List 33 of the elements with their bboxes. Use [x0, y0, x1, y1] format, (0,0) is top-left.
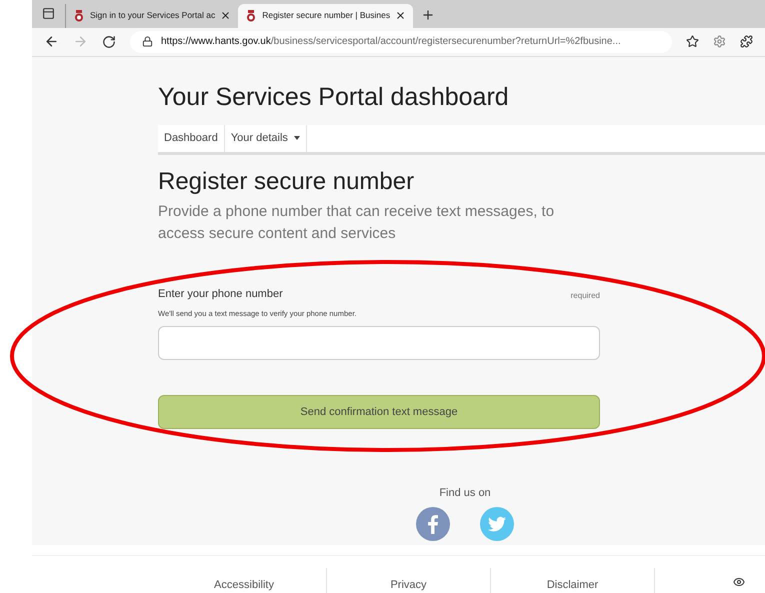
address-bar[interactable]: https://www.hants.gov.uk/business/servicesportal/account/registersecurenumber?returnUrl=%2fbusine... [130, 30, 672, 53]
reload-icon[interactable] [102, 34, 116, 49]
lock-icon [142, 36, 153, 48]
social-heading: Find us on [439, 486, 491, 502]
back-icon[interactable] [44, 34, 59, 50]
nav-link[interactable]: Dashboard [158, 124, 225, 152]
close-icon[interactable] [395, 10, 406, 22]
dashboard-heading: Your Services Portal dashboard [158, 82, 510, 112]
tab-actions-icon[interactable] [42, 6, 55, 20]
footer-link[interactable]: Disclaimer [490, 568, 654, 593]
footer-link[interactable]: Privacy [326, 568, 490, 593]
page-title: Register secure number [158, 166, 416, 197]
extensions-icon[interactable] [740, 35, 753, 48]
footer-link[interactable]: Accessibility [162, 568, 326, 593]
browser-tab[interactable]: Register secure number | Busines [238, 4, 414, 28]
new-tab-icon[interactable] [421, 8, 436, 22]
tab-title: Register secure number | Busines [262, 9, 390, 22]
close-icon[interactable] [220, 10, 232, 22]
field-label: Enter your phone number [158, 286, 283, 302]
settings-icon[interactable] [713, 35, 726, 48]
page-subtitle: Provide a phone number that can receive text messages, to access secure content and services [158, 202, 556, 244]
favorite-icon[interactable] [686, 35, 699, 48]
nav-link[interactable]: Your details [224, 124, 307, 152]
caret-icon [294, 136, 300, 140]
eye-icon[interactable] [733, 576, 745, 588]
crest-icon [245, 10, 258, 22]
tab-title: Sign in to your Services Portal ac [90, 9, 216, 22]
crest-icon [73, 10, 85, 22]
phone-input-field[interactable] [158, 326, 600, 360]
required-label: required [570, 290, 600, 302]
facebook-icon[interactable] [416, 506, 450, 541]
url-text: https://www.hants.gov.uk/business/servicesportal/account/registersecurenumber?returnUrl=%2fbusine... [161, 35, 621, 50]
send-button[interactable]: Send confirmation text message [158, 395, 600, 430]
